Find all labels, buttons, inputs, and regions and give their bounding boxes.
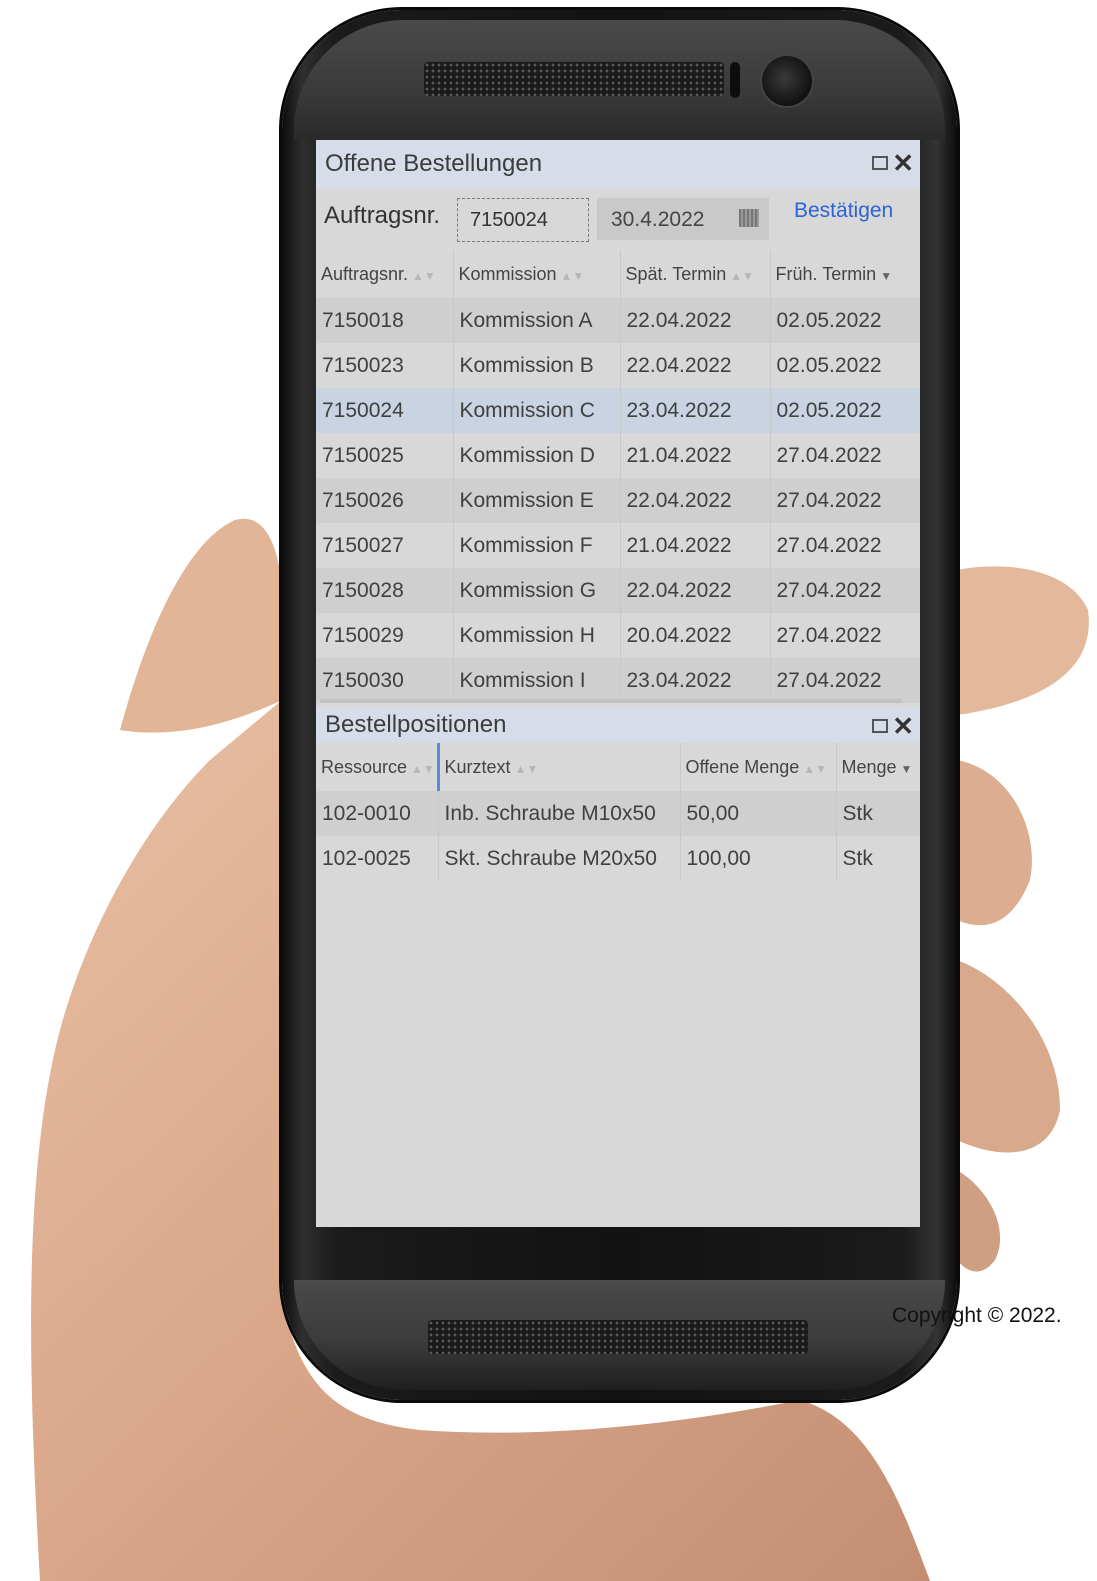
app-screen: Offene Bestellungen ✕ Auftragsnr. 715002… [316,140,920,1227]
column-header-auftragsnr[interactable]: Auftragsnr. ▲▼ [316,250,454,298]
sort-icon[interactable]: ▲▼ [561,269,585,283]
calendar-icon[interactable] [739,209,759,227]
copyright-text: Copyright © 2022. [892,1304,1062,1327]
table-row[interactable]: 7150026 Kommission E 22.04.2022 27.04.2022 [316,478,920,523]
table-row[interactable]: 7150029 Kommission H 20.04.2022 27.04.2022 [316,613,920,658]
close-icon[interactable]: ✕ [892,713,914,739]
table-row[interactable]: 7150028 Kommission G 22.04.2022 27.04.2022 [316,568,920,613]
sort-icon[interactable]: ▲▼ [411,762,435,776]
confirm-button[interactable]: Bestätigen [794,199,893,223]
sort-desc-icon[interactable]: ▼ [901,762,913,776]
table-row[interactable]: 7150025 Kommission D 21.04.2022 27.04.2022 [316,433,920,478]
table-row[interactable]: 7150030 Kommission I 23.04.2022 27.04.2022 [316,658,920,703]
table-row[interactable]: 102-0025 Skt. Schraube M20x50 100,00 Stk [316,836,920,881]
order-number-label: Auftragsnr. [324,202,441,229]
maximize-icon[interactable] [872,719,889,733]
maximize-icon[interactable] [872,156,889,170]
top-speaker-grille [424,62,724,96]
table-row[interactable]: 7150018 Kommission A 22.04.2022 02.05.2022 [316,298,920,343]
front-camera-icon [762,56,812,106]
orders-panel-title: Offene Bestellungen [325,150,543,177]
order-number-input[interactable]: 7150024 [457,198,589,242]
table-row[interactable]: 7150023 Kommission B 22.04.2022 02.05.2022 [316,343,920,388]
sort-icon[interactable]: ▲▼ [412,269,436,283]
bottom-speaker-grille [428,1320,808,1354]
sort-icon[interactable]: ▲▼ [515,762,539,776]
column-header-kommission[interactable]: Kommission ▲▼ [453,250,621,298]
positions-table: Ressource ▲▼ Kurztext ▲▼ Offene Menge ▲▼ Me… [316,743,920,881]
sort-icon[interactable]: ▲▼ [730,269,754,283]
sensor-led [730,62,740,98]
orders-panel-header: Offene Bestellungen ✕ [316,140,920,188]
column-header-spaet-termin[interactable]: Spät. Termin ▲▼ [620,250,771,298]
close-icon[interactable]: ✕ [892,150,914,176]
column-header-menge[interactable]: Menge ▼ [836,743,920,791]
positions-panel-title: Bestellpositionen [325,711,507,738]
sort-icon[interactable]: ▲▼ [803,762,827,776]
horizontal-scrollbar[interactable] [320,699,902,703]
order-filter-bar: Auftragsnr. 7150024 30.4.2022 Bestätigen [316,188,920,250]
date-value: 30.4.2022 [611,208,705,231]
orders-table: Auftragsnr. ▲▼ Kommission ▲▼ Spät. Termin ▲… [316,250,920,703]
table-row-selected[interactable]: 7150024 Kommission C 23.04.2022 02.05.2022 [316,388,920,433]
table-row[interactable]: 7150027 Kommission F 21.04.2022 27.04.2022 [316,523,920,568]
sort-desc-icon[interactable]: ▼ [880,269,892,283]
column-header-kurztext[interactable]: Kurztext ▲▼ [438,743,681,791]
positions-panel-header: Bestellpositionen ✕ [316,707,920,743]
column-header-offene-menge[interactable]: Offene Menge ▲▼ [680,743,837,791]
table-row[interactable]: 102-0010 Inb. Schraube M10x50 50,00 Stk [316,791,920,836]
positions-table-header: Ressource ▲▼ Kurztext ▲▼ Offene Menge ▲▼ Me… [316,743,920,791]
column-header-frueh-termin[interactable]: Früh. Termin ▼ [770,250,920,298]
date-field[interactable]: 30.4.2022 [597,198,769,240]
column-header-ressource[interactable]: Ressource ▲▼ [316,743,440,791]
orders-table-header: Auftragsnr. ▲▼ Kommission ▲▼ Spät. Termin ▲… [316,250,920,298]
